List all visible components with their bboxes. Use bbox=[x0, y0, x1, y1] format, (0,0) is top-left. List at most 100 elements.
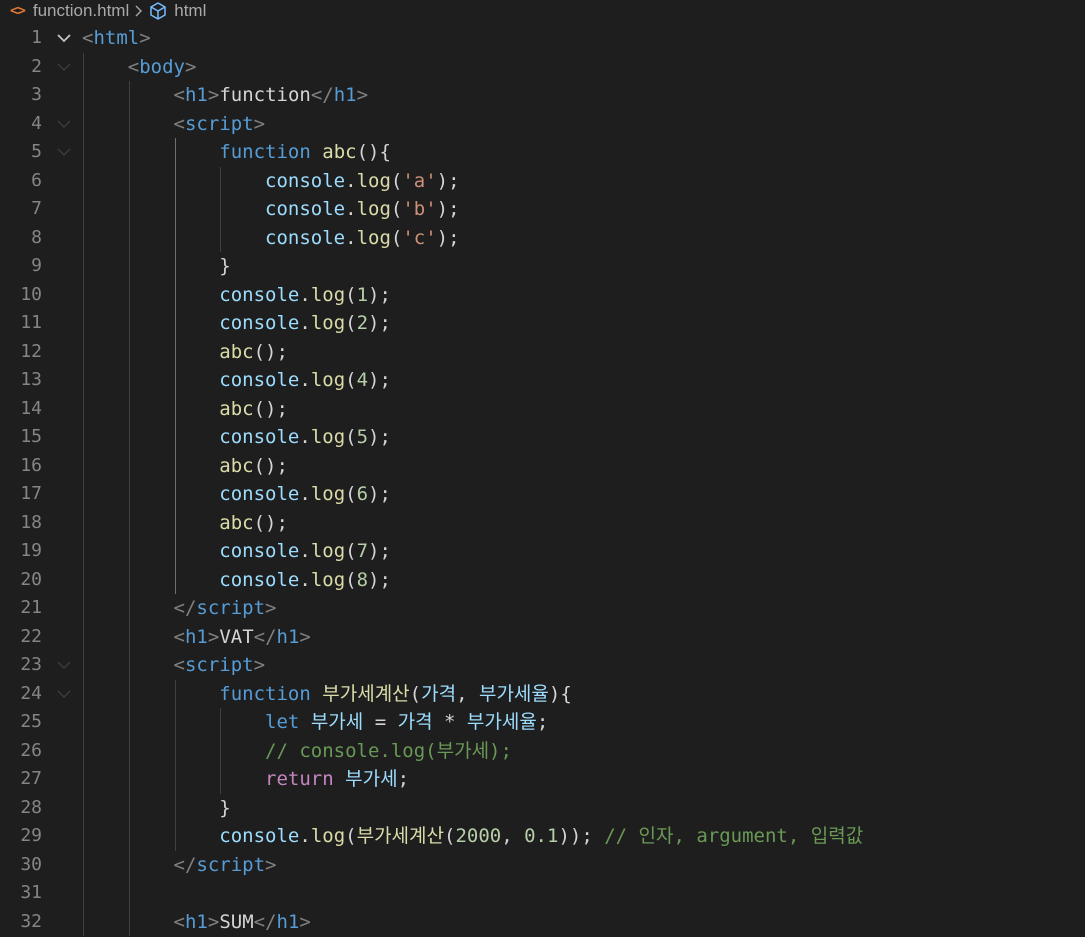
code-token: log bbox=[356, 169, 391, 192]
code-token: 부가세계산 bbox=[356, 825, 444, 847]
code-token: ( bbox=[390, 198, 403, 220]
code-line[interactable]: 27 return 부가세; bbox=[0, 765, 1085, 794]
code-token: 부가세율 bbox=[478, 682, 549, 705]
code-text: console.log(2); bbox=[82, 311, 391, 335]
code-line[interactable]: 13 console.log(4); bbox=[0, 366, 1085, 395]
code-line[interactable]: 1 <html> bbox=[0, 24, 1085, 53]
code-token: . bbox=[299, 283, 311, 306]
code-token: > bbox=[265, 597, 277, 619]
breadcrumb-file[interactable]: function.html bbox=[33, 1, 129, 21]
fold-chevron-down-icon[interactable] bbox=[55, 685, 73, 703]
line-number: 30 bbox=[20, 853, 42, 875]
code-line[interactable]: 14 abc(); bbox=[0, 395, 1085, 424]
chevron-right-icon bbox=[135, 5, 143, 17]
code-line[interactable]: 17 console.log(6); bbox=[0, 480, 1085, 509]
code-token: > bbox=[207, 910, 220, 933]
code-line[interactable]: 16 abc(); bbox=[0, 452, 1085, 481]
fold-chevron-down-icon[interactable] bbox=[55, 58, 73, 76]
code-line[interactable]: 26 // console.log(부가세); bbox=[0, 737, 1085, 766]
code-token: ); bbox=[368, 312, 391, 334]
code-line[interactable]: 4 <script> bbox=[0, 110, 1085, 139]
code-token: function bbox=[219, 84, 311, 106]
fold-chevron-down-icon[interactable] bbox=[55, 143, 73, 161]
code-token: 7 bbox=[356, 540, 369, 562]
code-text: console.log(4); bbox=[82, 368, 391, 392]
code-line[interactable]: 5 function abc(){ bbox=[0, 138, 1085, 167]
code-token: h1 bbox=[276, 625, 300, 648]
code-line[interactable]: 24 function 부가세계산(가격, 부가세율){ bbox=[0, 680, 1085, 709]
code-line[interactable]: 7 console.log('b'); bbox=[0, 195, 1085, 224]
code-text: </script> bbox=[82, 596, 277, 620]
code-line[interactable]: 2 <body> bbox=[0, 53, 1085, 82]
editor-text-area[interactable]: 1 <html> 2 <body> 3 <h1>function</h1> 4 <scr… bbox=[0, 24, 1085, 937]
fold-chevron-down-icon[interactable] bbox=[55, 115, 73, 133]
code-line[interactable]: 30 </script> bbox=[0, 851, 1085, 880]
breadcrumb-symbol[interactable]: html bbox=[174, 1, 206, 21]
code-line[interactable]: 22 <h1>VAT</h1> bbox=[0, 623, 1085, 652]
code-token: ( bbox=[409, 682, 422, 705]
code-line[interactable]: 32 <h1>SUM</h1> bbox=[0, 908, 1085, 937]
code-token: > bbox=[253, 112, 266, 135]
code-line[interactable]: 28 } bbox=[0, 794, 1085, 823]
code-token: let bbox=[265, 711, 300, 733]
code-token: < bbox=[173, 625, 185, 648]
line-number: 21 bbox=[20, 597, 42, 618]
code-token: console bbox=[265, 198, 346, 220]
code-line[interactable]: 12 abc(); bbox=[0, 338, 1085, 367]
line-number: 24 bbox=[20, 682, 42, 704]
code-token: ){ bbox=[548, 682, 572, 705]
code-token: abc bbox=[322, 141, 357, 163]
code-line[interactable]: 6 console.log('a'); bbox=[0, 167, 1085, 196]
code-token: ); bbox=[368, 283, 391, 306]
code-token: 2000 bbox=[455, 825, 502, 847]
code-line[interactable]: 21 </script> bbox=[0, 594, 1085, 623]
line-number: 25 bbox=[20, 711, 42, 732]
code-text: abc(); bbox=[82, 511, 288, 535]
code-token: </ bbox=[173, 853, 197, 876]
fold-chevron-down-icon[interactable] bbox=[55, 656, 73, 674]
code-token: 부가세율 bbox=[466, 711, 537, 733]
line-number: 6 bbox=[31, 169, 42, 191]
code-token: ( bbox=[345, 825, 357, 847]
code-token: < bbox=[127, 55, 140, 78]
code-token: console bbox=[219, 825, 300, 847]
code-line[interactable]: 31 bbox=[0, 879, 1085, 908]
code-token: < bbox=[173, 910, 185, 933]
code-line[interactable]: 25 let 부가세 = 가격 * 부가세율; bbox=[0, 708, 1085, 737]
code-token: < bbox=[173, 654, 185, 676]
code-line[interactable]: 9 } bbox=[0, 252, 1085, 281]
code-line[interactable]: 19 console.log(7); bbox=[0, 537, 1085, 566]
code-token: )); bbox=[558, 825, 605, 847]
code-text: <html> bbox=[82, 26, 151, 50]
code-token: (); bbox=[253, 454, 288, 477]
code-line[interactable]: 18 abc(); bbox=[0, 509, 1085, 538]
code-line[interactable]: 29 console.log(부가세계산(2000, 0.1)); // 인자,… bbox=[0, 822, 1085, 851]
code-line[interactable]: 15 console.log(5); bbox=[0, 423, 1085, 452]
code-token: . bbox=[345, 169, 357, 192]
code-token: > bbox=[207, 84, 220, 106]
code-token: (); bbox=[253, 397, 288, 420]
code-line[interactable]: 23 <script> bbox=[0, 651, 1085, 680]
code-token: ); bbox=[368, 426, 391, 448]
line-number: 31 bbox=[20, 882, 42, 903]
code-text: // console.log(부가세); bbox=[82, 739, 512, 763]
line-number: 1 bbox=[31, 27, 42, 48]
line-number: 29 bbox=[20, 825, 42, 846]
fold-chevron-down-icon[interactable] bbox=[55, 29, 73, 47]
code-line[interactable]: 8 console.log('c'); bbox=[0, 224, 1085, 253]
code-token: (); bbox=[253, 511, 288, 534]
code-line[interactable]: 20 console.log(8); bbox=[0, 566, 1085, 595]
code-token: abc bbox=[219, 397, 254, 420]
code-token: 4 bbox=[356, 369, 369, 391]
code-line[interactable]: 3 <h1>function</h1> bbox=[0, 81, 1085, 110]
code-token: log bbox=[310, 825, 346, 847]
code-line[interactable]: 11 console.log(2); bbox=[0, 309, 1085, 338]
code-line[interactable]: 10 console.log(1); bbox=[0, 281, 1085, 310]
